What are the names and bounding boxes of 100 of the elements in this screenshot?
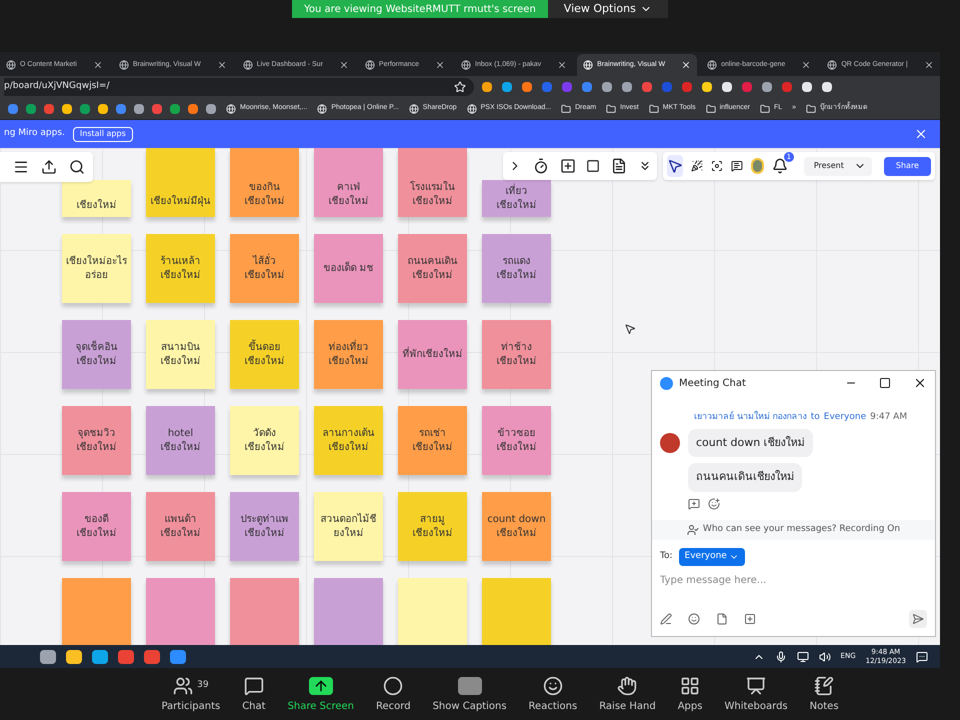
people-icon bbox=[173, 676, 194, 696]
sticky-note[interactable]: เที่ยวเชียงใหม่ bbox=[482, 180, 551, 217]
taskbar-app-icon[interactable] bbox=[40, 650, 56, 664]
notification-icon[interactable] bbox=[916, 650, 928, 662]
sticky-note[interactable]: แพนด้าเชียงใหม่ bbox=[146, 492, 215, 561]
to-word: to bbox=[810, 411, 820, 424]
taskbar-app-icon[interactable] bbox=[92, 650, 108, 664]
privacy-notice[interactable]: Who can see your messages? Recording On bbox=[652, 520, 935, 540]
sticky-text: ร้านเหล้าเชียงใหม่ bbox=[160, 254, 202, 282]
sticky-note[interactable]: count down เชียงใหม่ bbox=[482, 492, 551, 561]
add-reaction-icon[interactable] bbox=[708, 498, 720, 510]
upload-icon[interactable] bbox=[41, 159, 57, 175]
sticky-note[interactable]: รถแดงเชียงใหม่ bbox=[482, 234, 551, 303]
sticky-note[interactable]: สายมูเชียงใหม่ bbox=[398, 492, 467, 561]
sticky-note[interactable]: สนามบินเชียงใหม่ bbox=[146, 320, 215, 389]
comment-icon[interactable] bbox=[731, 158, 743, 174]
sticky-note[interactable]: เชียงใหม่ bbox=[62, 180, 131, 217]
sticky-note[interactable]: ขึ้นดอยเชียงใหม่ bbox=[230, 320, 299, 389]
sticky-text: รถเช่าเชียงใหม่ bbox=[412, 426, 454, 454]
message-bubble: ถนนคนเดินเชียงใหม่ bbox=[688, 463, 802, 492]
sticky-text: ของดีเชียงใหม่ bbox=[76, 512, 118, 540]
sticky-note[interactable]: ร้านเหล้าเชียงใหม่ bbox=[146, 234, 215, 303]
search-icon[interactable] bbox=[69, 159, 85, 175]
message-input[interactable]: Type message here... bbox=[660, 570, 927, 590]
sticky-note[interactable]: ของเด็ด มช bbox=[314, 234, 383, 303]
sticky-text: รถแดงเชียงใหม่ bbox=[496, 254, 538, 282]
sticky-note[interactable]: ประตูท่าแพเชียงใหม่ bbox=[230, 492, 299, 561]
address-bar[interactable]: p/board/uXjVNGqwjsI=/ bbox=[4, 78, 474, 96]
share-button[interactable]: Share bbox=[884, 156, 931, 176]
sticky-note[interactable]: ที่พักเชียงใหม่ bbox=[398, 320, 467, 389]
sticky-note[interactable]: รถเช่าเชียงใหม่ bbox=[398, 406, 467, 475]
confetti-icon[interactable] bbox=[691, 158, 704, 174]
meeting-control[interactable]: Raise Hand bbox=[599, 674, 656, 714]
close-icon[interactable] bbox=[801, 60, 812, 70]
taskbar-app-icon[interactable] bbox=[118, 650, 134, 664]
frame-icon[interactable] bbox=[586, 159, 600, 173]
mouse-cursor-icon bbox=[624, 323, 636, 335]
sticky-note[interactable]: โรงแรมในเชียงใหม่ bbox=[398, 148, 467, 217]
meeting-control[interactable]: Chat bbox=[242, 674, 266, 714]
menu-icon[interactable] bbox=[13, 159, 29, 175]
sticky-note[interactable]: จุดเช็คอินเชียงใหม่ bbox=[62, 320, 131, 389]
bell-icon[interactable] bbox=[772, 158, 788, 174]
sticky-note[interactable]: ของดีเชียงใหม่ bbox=[62, 492, 131, 561]
file-icon[interactable] bbox=[716, 613, 728, 625]
meeting-control[interactable]: 39 Participants bbox=[161, 674, 220, 714]
cursor-tool[interactable] bbox=[667, 155, 684, 177]
sticky-note[interactable]: ไส้อั่วเชียงใหม่ bbox=[230, 234, 299, 303]
close-icon[interactable] bbox=[435, 60, 445, 70]
recipient-dropdown[interactable]: Everyone bbox=[678, 548, 745, 566]
sticky-note[interactable]: ถนนคนเดินเชียงใหม่ bbox=[398, 234, 467, 303]
meeting-control[interactable]: Whiteboards bbox=[724, 674, 788, 714]
chat-icon bbox=[244, 676, 264, 696]
favicon-icon bbox=[6, 60, 16, 70]
reply-icon[interactable] bbox=[688, 498, 700, 510]
sticky-note[interactable]: เชียงใหม่อะไรอร่อย bbox=[62, 234, 131, 303]
sticky-note[interactable]: คาเฟ่เชียงใหม่ bbox=[314, 148, 383, 217]
emoji-icon[interactable] bbox=[688, 613, 700, 625]
microphone-icon[interactable] bbox=[774, 650, 787, 662]
sticky-note[interactable]: สวนดอกไม้ชียงใหม่ bbox=[314, 492, 383, 561]
taskbar-app-icon[interactable] bbox=[144, 650, 160, 664]
close-icon[interactable] bbox=[216, 60, 227, 70]
close-icon[interactable] bbox=[557, 60, 568, 70]
close-icon[interactable] bbox=[92, 60, 103, 70]
close-icon[interactable] bbox=[913, 376, 927, 390]
taskbar-app-icon[interactable] bbox=[170, 650, 186, 664]
apps-icon bbox=[680, 676, 700, 696]
close-icon[interactable] bbox=[338, 60, 349, 70]
meeting-control[interactable]: Notes bbox=[810, 674, 839, 714]
sticky-note[interactable]: ท่าช้างเชียงใหม่ bbox=[482, 320, 551, 389]
meeting-control[interactable]: Reactions bbox=[528, 674, 578, 714]
sticky-note[interactable]: ท่องเที่ยวเชียงใหม่ bbox=[314, 320, 383, 389]
meeting-control[interactable]: Apps bbox=[678, 674, 702, 714]
meeting-control[interactable]: Show Captions bbox=[432, 674, 507, 714]
recipient-name: Everyone bbox=[824, 411, 866, 424]
send-button[interactable] bbox=[909, 610, 927, 628]
meeting-control[interactable]: Share Screen bbox=[288, 674, 354, 714]
whiteboard-icon bbox=[746, 676, 766, 696]
focus-icon[interactable] bbox=[711, 158, 724, 174]
document-icon[interactable] bbox=[610, 158, 627, 174]
taskbar-app-icon[interactable] bbox=[66, 650, 82, 664]
timer-icon[interactable] bbox=[532, 158, 549, 174]
sticky-note[interactable]: วัดดังเชียงใหม่ bbox=[230, 406, 299, 475]
sticky-note[interactable]: ข้าวซอยเชียงใหม่ bbox=[482, 406, 551, 475]
maximize-icon[interactable] bbox=[879, 377, 891, 389]
star-icon[interactable] bbox=[454, 81, 466, 93]
sticky-text: ท่องเที่ยวเชียงใหม่ bbox=[328, 340, 370, 368]
sticky-note[interactable]: เชียงใหม่มีฝุ่น bbox=[146, 148, 215, 217]
avatar[interactable] bbox=[750, 158, 764, 174]
format-icon[interactable] bbox=[660, 613, 672, 625]
close-icon[interactable] bbox=[924, 60, 934, 70]
install-apps-button[interactable]: Install apps bbox=[72, 126, 133, 142]
view-options-button[interactable]: View Options bbox=[548, 0, 668, 18]
meeting-control[interactable]: Record bbox=[376, 674, 411, 714]
sticky-note[interactable]: ลานกางเต้นเชียงใหม่ bbox=[314, 406, 383, 475]
sticky-note[interactable]: จุดชมวิวเชียงใหม่ bbox=[62, 406, 131, 475]
close-icon[interactable] bbox=[681, 60, 692, 70]
speaker-icon[interactable] bbox=[818, 650, 831, 662]
sticky-note[interactable]: ของกินเชียงใหม่ bbox=[230, 148, 299, 217]
smile-icon bbox=[542, 676, 563, 696]
sticky-note[interactable]: hotel เชียงใหม่ bbox=[146, 406, 215, 475]
